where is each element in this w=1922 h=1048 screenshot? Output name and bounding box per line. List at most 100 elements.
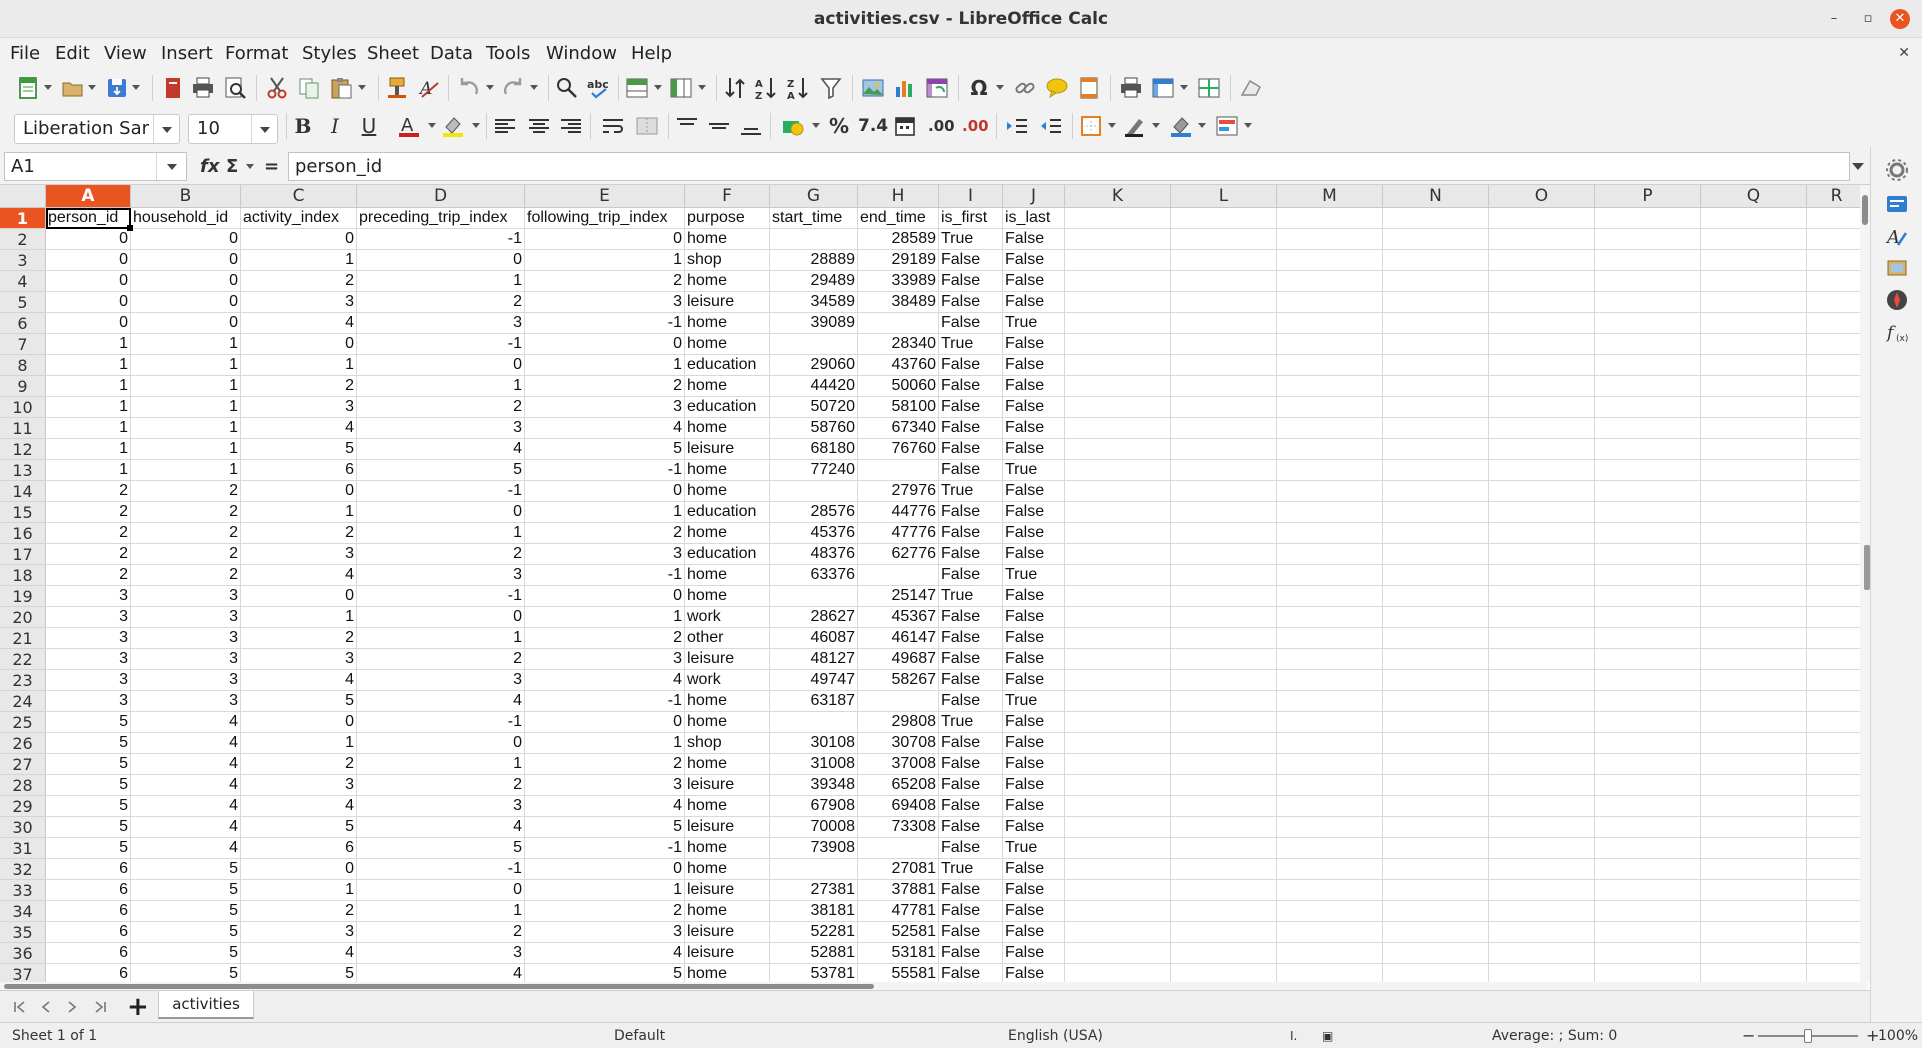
cell[interactable]: False xyxy=(939,922,1003,943)
cell[interactable]: 1 xyxy=(357,376,525,397)
cell[interactable]: -1 xyxy=(525,691,685,712)
cell[interactable]: 45367 xyxy=(858,607,939,628)
cell[interactable] xyxy=(1807,439,1867,460)
special-character-icon[interactable]: Ω xyxy=(966,75,992,101)
column-header-n[interactable]: N xyxy=(1383,185,1489,208)
row-header[interactable]: 20 xyxy=(0,607,46,628)
horizontal-scroll-thumb[interactable] xyxy=(4,984,874,989)
cell[interactable] xyxy=(1065,691,1171,712)
hyperlink-icon[interactable] xyxy=(1012,75,1038,101)
cell[interactable] xyxy=(1701,250,1807,271)
font-name-box[interactable]: Liberation Sar xyxy=(14,114,180,144)
cell[interactable]: 28889 xyxy=(770,250,858,271)
cell[interactable] xyxy=(1277,649,1383,670)
cell[interactable] xyxy=(1489,271,1595,292)
cell[interactable] xyxy=(1489,607,1595,628)
cell[interactable] xyxy=(1065,880,1171,901)
cell[interactable]: False xyxy=(939,397,1003,418)
cell[interactable] xyxy=(1807,313,1867,334)
delete-decimal-button[interactable]: .00 xyxy=(962,113,989,139)
cell[interactable] xyxy=(1383,418,1489,439)
cell[interactable]: 0 xyxy=(131,271,241,292)
row-header[interactable]: 34 xyxy=(0,901,46,922)
cell[interactable] xyxy=(1595,229,1701,250)
font-name-dropdown-icon[interactable] xyxy=(153,115,179,143)
cell[interactable] xyxy=(1489,397,1595,418)
cell[interactable] xyxy=(1489,292,1595,313)
cell[interactable] xyxy=(1065,418,1171,439)
cell[interactable]: 6 xyxy=(241,838,357,859)
cell[interactable] xyxy=(770,229,858,250)
add-decimal-button[interactable]: .00 xyxy=(928,113,955,139)
cell[interactable]: home xyxy=(685,586,770,607)
align-left-icon[interactable] xyxy=(492,113,518,139)
cell[interactable]: 58100 xyxy=(858,397,939,418)
cell[interactable]: False xyxy=(1003,754,1065,775)
cell[interactable] xyxy=(1065,922,1171,943)
cell[interactable]: 1 xyxy=(525,607,685,628)
cell[interactable]: 1 xyxy=(131,334,241,355)
cell[interactable] xyxy=(1807,712,1867,733)
cell[interactable]: 2 xyxy=(525,628,685,649)
cell[interactable] xyxy=(1807,901,1867,922)
cell[interactable] xyxy=(1489,649,1595,670)
cell[interactable]: False xyxy=(939,313,1003,334)
cell[interactable]: 27381 xyxy=(770,880,858,901)
cell[interactable] xyxy=(1383,733,1489,754)
cell[interactable]: 31008 xyxy=(770,754,858,775)
cell[interactable] xyxy=(1277,376,1383,397)
row-header[interactable]: 36 xyxy=(0,943,46,964)
menu-window[interactable]: Window xyxy=(546,38,617,69)
cell[interactable]: 2 xyxy=(357,922,525,943)
cell[interactable]: 2 xyxy=(525,901,685,922)
cell[interactable] xyxy=(1701,292,1807,313)
cell[interactable]: False xyxy=(939,880,1003,901)
cell[interactable]: 0 xyxy=(357,502,525,523)
cell[interactable]: 4 xyxy=(131,712,241,733)
maximize-button[interactable]: ▫ xyxy=(1858,9,1878,29)
cell[interactable] xyxy=(1383,964,1489,982)
cell[interactable]: 0 xyxy=(241,712,357,733)
cell[interactable] xyxy=(1065,733,1171,754)
cell[interactable]: work xyxy=(685,670,770,691)
cell[interactable] xyxy=(1277,481,1383,502)
font-color-icon[interactable]: A xyxy=(396,113,422,139)
header-cell[interactable]: is_last xyxy=(1003,208,1065,229)
cell[interactable] xyxy=(1701,754,1807,775)
cell[interactable] xyxy=(1701,964,1807,982)
cell[interactable]: False xyxy=(1003,250,1065,271)
cell[interactable]: 1 xyxy=(241,733,357,754)
cell[interactable]: leisure xyxy=(685,817,770,838)
cell[interactable]: 1 xyxy=(525,502,685,523)
cell[interactable]: False xyxy=(1003,292,1065,313)
currency-format-dropdown-icon[interactable] xyxy=(812,123,820,128)
cell[interactable] xyxy=(1489,859,1595,880)
cell[interactable] xyxy=(1171,250,1277,271)
cell[interactable] xyxy=(1171,355,1277,376)
align-top-icon[interactable] xyxy=(674,113,700,139)
redo-dropdown-icon[interactable] xyxy=(530,85,538,90)
cell[interactable]: home xyxy=(685,796,770,817)
cell[interactable] xyxy=(1701,901,1807,922)
cell[interactable]: 63187 xyxy=(770,691,858,712)
row-header[interactable]: 1 xyxy=(0,208,46,229)
cell[interactable]: 0 xyxy=(357,733,525,754)
column-dropdown-icon[interactable] xyxy=(698,85,706,90)
header-cell[interactable] xyxy=(1489,208,1595,229)
cell[interactable] xyxy=(1807,796,1867,817)
header-cell[interactable]: purpose xyxy=(685,208,770,229)
highlight-color-icon[interactable] xyxy=(440,113,466,139)
cell[interactable] xyxy=(1065,271,1171,292)
cell[interactable]: home xyxy=(685,418,770,439)
cell[interactable]: 0 xyxy=(525,859,685,880)
cell[interactable] xyxy=(1595,418,1701,439)
cell[interactable]: 5 xyxy=(131,943,241,964)
cell[interactable]: 4 xyxy=(131,838,241,859)
cell[interactable]: 29808 xyxy=(858,712,939,733)
cell[interactable] xyxy=(1807,754,1867,775)
cell[interactable]: 3 xyxy=(241,775,357,796)
cell[interactable] xyxy=(1065,859,1171,880)
menu-file[interactable]: File xyxy=(10,38,40,69)
cell[interactable] xyxy=(1065,754,1171,775)
cell[interactable]: 4 xyxy=(525,943,685,964)
